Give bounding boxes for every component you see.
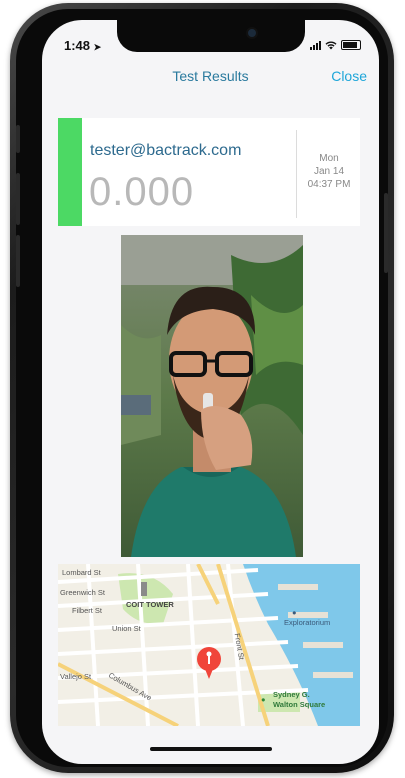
street-label: Union St	[112, 624, 141, 633]
landmark-label: COIT TOWER	[126, 600, 174, 609]
notch	[117, 20, 305, 52]
status-indicators	[310, 40, 361, 50]
phone-screen: 1:48 ➤ Test Results Close tester@bactrac…	[42, 20, 379, 764]
result-card: tester@bactrack.com 0.000 Mon Jan 14 04:…	[58, 118, 360, 226]
side-button	[384, 193, 388, 273]
bac-value: 0.000	[89, 170, 195, 214]
location-arrow-icon: ➤	[93, 42, 102, 52]
page-title: Test Results	[172, 68, 249, 84]
landmark-label: Exploratorium	[284, 618, 331, 627]
poi-museum-icon: ●	[292, 608, 297, 617]
test-date: Jan 14	[313, 166, 345, 177]
mute-switch	[16, 125, 20, 153]
test-day: Mon	[319, 153, 339, 164]
test-photo	[121, 235, 303, 557]
street-label: Greenwich St	[60, 588, 106, 597]
status-indicator-bar	[58, 118, 82, 226]
front-camera	[248, 29, 256, 37]
street-label: Filbert St	[72, 606, 103, 615]
street-label: Lombard St	[62, 568, 101, 577]
battery-icon	[341, 40, 361, 50]
status-time: 1:48 ➤	[64, 38, 101, 53]
close-button[interactable]: Close	[331, 68, 367, 84]
landmark-label: Walton Square	[273, 700, 326, 709]
test-time: 04:37 PM	[307, 179, 351, 190]
volume-down-button	[16, 235, 20, 287]
user-email: tester@bactrack.com	[90, 142, 242, 159]
user-portrait-image	[121, 235, 303, 557]
cellular-signal-icon	[310, 40, 321, 50]
wifi-icon	[325, 41, 337, 49]
street-label: Vallejo St	[60, 672, 92, 681]
location-pin-icon[interactable]	[196, 646, 222, 680]
home-indicator[interactable]	[150, 747, 272, 751]
card-divider	[296, 130, 297, 218]
park-icon: ●	[261, 695, 266, 704]
test-datetime: Mon Jan 14 04:37 PM	[298, 152, 360, 191]
location-map: Lombard St Greenwich St Filbert St Union…	[58, 564, 360, 726]
volume-up-button	[16, 173, 20, 225]
status-time-text: 1:48	[64, 38, 91, 53]
landmark-label: Sydney G.	[273, 690, 310, 699]
